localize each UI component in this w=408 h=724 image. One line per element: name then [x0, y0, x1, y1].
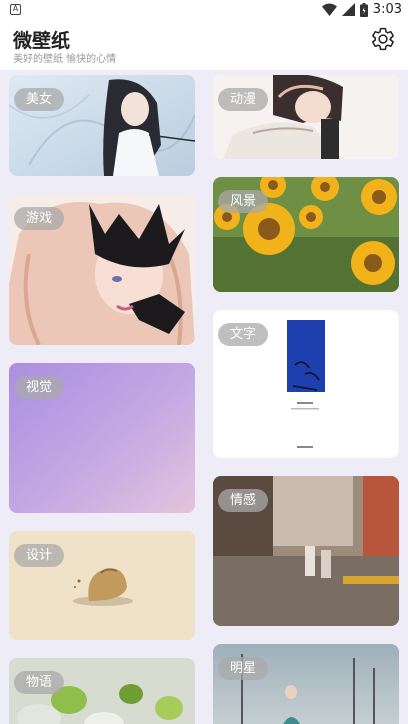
category-card-design[interactable]: 设计 [9, 531, 195, 640]
app-header: 微壁纸 美好的壁纸 愉快的心情 [0, 22, 408, 70]
category-card-visual[interactable]: 视觉 [9, 363, 195, 513]
category-grid: 美女 动漫 游戏 风景 视觉 文字 设计 情感 物语 明星 [0, 70, 408, 724]
notification-app-icon: A [10, 4, 21, 15]
category-card-story[interactable]: 物语 [9, 658, 195, 724]
category-card-anime[interactable]: 动漫 [213, 75, 399, 159]
category-card-game[interactable]: 游戏 [9, 194, 195, 345]
wifi-icon [321, 3, 337, 16]
category-card-emotion[interactable]: 情感 [213, 476, 399, 626]
gear-icon [372, 27, 394, 51]
category-card-celebrity[interactable]: 明星 [213, 644, 399, 724]
cell-signal-icon [341, 3, 355, 16]
category-image-celebrity [213, 644, 399, 724]
notification-area: A [10, 4, 21, 15]
battery-icon [359, 2, 368, 17]
category-card-text[interactable]: 文字 [213, 310, 399, 458]
category-card-scenery[interactable]: 风景 [213, 177, 399, 292]
category-card-beauty[interactable]: 美女 [9, 75, 195, 176]
status-time: 3:03 [372, 2, 402, 17]
category-label: 明星 [218, 657, 269, 680]
category-label: 情感 [218, 489, 269, 512]
category-label: 动漫 [218, 88, 269, 111]
status-icons: 3:03 [321, 2, 402, 17]
category-label: 物语 [14, 671, 65, 694]
category-label: 游戏 [14, 207, 65, 230]
category-label: 视觉 [14, 376, 65, 399]
settings-button[interactable] [370, 26, 396, 52]
category-label: 设计 [14, 544, 65, 567]
category-label: 美女 [14, 88, 65, 111]
app-subtitle: 美好的壁纸 愉快的心情 [13, 54, 117, 65]
status-bar: A 3:03 [0, 0, 408, 22]
app-title: 微壁纸 [13, 30, 71, 52]
category-label: 风景 [218, 190, 269, 213]
category-label: 文字 [218, 323, 269, 346]
